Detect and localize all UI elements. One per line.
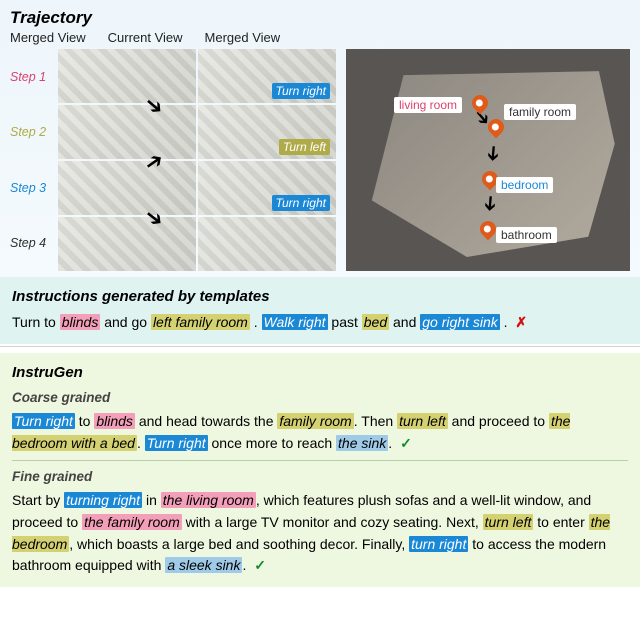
step-1-label: Step 1 bbox=[10, 70, 58, 84]
hl-bed: bed bbox=[362, 314, 389, 330]
text: . bbox=[250, 314, 262, 330]
step-labels: Step 1 Step 2 Step 3 Step 4 bbox=[10, 49, 58, 271]
text: in bbox=[142, 492, 161, 508]
trajectory-grid: Turn right Turn left Turn right bbox=[58, 49, 336, 271]
hl-turning-right: turning right bbox=[64, 492, 142, 508]
hl-turn-right: Turn right bbox=[12, 413, 75, 429]
text: . bbox=[388, 435, 392, 451]
figure-root: Trajectory Merged View Current View Merg… bbox=[0, 0, 640, 587]
trajectory-headers: Merged View Current View Merged View bbox=[10, 30, 630, 45]
hl-turn-left: turn left bbox=[397, 413, 448, 429]
floorplan: living room family room bedroom bathroom… bbox=[346, 49, 630, 271]
text: . Then bbox=[354, 413, 397, 429]
text: with a large TV monitor and cozy seating… bbox=[182, 514, 483, 530]
action-label-3: Turn right bbox=[272, 195, 330, 211]
template-sentence: Turn to blinds and go left family room .… bbox=[12, 312, 628, 334]
text: and proceed to bbox=[448, 413, 549, 429]
trajectory-left: Step 1 Step 2 Step 3 Step 4 Turn right T… bbox=[10, 49, 340, 271]
action-label-1: Turn right bbox=[272, 83, 330, 99]
room-label-family: family room bbox=[504, 104, 576, 120]
header-merged-1: Merged View bbox=[10, 30, 86, 45]
header-current: Current View bbox=[108, 30, 183, 45]
trajectory-panel: Trajectory Merged View Current View Merg… bbox=[0, 0, 640, 277]
text: to enter bbox=[533, 514, 588, 530]
hl-turn-right-fine: turn right bbox=[409, 536, 468, 552]
room-label-bathroom: bathroom bbox=[496, 227, 557, 243]
coarse-sentence: Turn right to blinds and head towards th… bbox=[12, 411, 628, 454]
room-label-living: living room bbox=[394, 97, 462, 113]
hl-turn-right-2: Turn right bbox=[145, 435, 208, 451]
fine-sentence: Start by turning right in the living roo… bbox=[12, 490, 628, 577]
thumb-s2-current: Turn left bbox=[198, 105, 336, 159]
text: once more to reach bbox=[208, 435, 336, 451]
check-icon: ✓ bbox=[400, 435, 412, 451]
text: and go bbox=[100, 314, 151, 330]
trajectory-body: Step 1 Step 2 Step 3 Step 4 Turn right T… bbox=[10, 49, 630, 271]
text: and head towards the bbox=[135, 413, 277, 429]
text: . bbox=[242, 557, 246, 573]
text: past bbox=[328, 314, 362, 330]
hl-living-room: the living room bbox=[161, 492, 256, 508]
thumb-s1-current: Turn right bbox=[198, 49, 336, 103]
hl-the-sink: the sink bbox=[336, 435, 388, 451]
thumb-s4-merged bbox=[58, 217, 196, 271]
text: . bbox=[137, 435, 145, 451]
text: Start by bbox=[12, 492, 64, 508]
thumb-s2-merged bbox=[58, 105, 196, 159]
hl-blinds: blinds bbox=[60, 314, 101, 330]
thumb-s1-merged bbox=[58, 49, 196, 103]
check-icon: ✓ bbox=[254, 557, 266, 573]
fine-title: Fine grained bbox=[12, 467, 628, 488]
thumb-s3-current: Turn right bbox=[198, 161, 336, 215]
step-2-label: Step 2 bbox=[10, 125, 58, 139]
text: . bbox=[500, 314, 508, 330]
step-3-label: Step 3 bbox=[10, 181, 58, 195]
divider bbox=[0, 346, 640, 347]
coarse-title: Coarse grained bbox=[12, 388, 628, 409]
thumb-s4-current bbox=[198, 217, 336, 271]
hl-left-family: left family room bbox=[151, 314, 250, 330]
hl-family-room-fine: the family room bbox=[82, 514, 182, 530]
step-4-label: Step 4 bbox=[10, 236, 58, 250]
room-label-bedroom: bedroom bbox=[496, 177, 553, 193]
divider bbox=[12, 460, 628, 461]
text: , which boasts a large bed and soothing … bbox=[69, 536, 409, 552]
text: and bbox=[389, 314, 420, 330]
hl-go-right-sink: go right sink bbox=[420, 314, 499, 330]
hl-turn-left-fine: turn left bbox=[483, 514, 534, 530]
template-title: Instructions generated by templates bbox=[12, 285, 628, 308]
arrow-icon: ➔ bbox=[480, 144, 506, 163]
header-merged-2: Merged View bbox=[205, 30, 281, 45]
arrow-icon: ➔ bbox=[477, 194, 503, 213]
hl-blinds: blinds bbox=[94, 413, 135, 429]
trajectory-title: Trajectory bbox=[10, 8, 630, 28]
hl-family-room: family room bbox=[277, 413, 353, 429]
action-label-2: Turn left bbox=[279, 139, 330, 155]
instrugen-title: InstruGen bbox=[12, 361, 628, 384]
hl-walk-right: Walk right bbox=[262, 314, 328, 330]
template-panel: Instructions generated by templates Turn… bbox=[0, 277, 640, 344]
instrugen-panel: InstruGen Coarse grained Turn right to b… bbox=[0, 353, 640, 587]
cross-icon: ✗ bbox=[515, 314, 527, 330]
hl-sleek-sink: a sleek sink bbox=[165, 557, 242, 573]
thumb-s3-merged bbox=[58, 161, 196, 215]
text: to bbox=[75, 413, 94, 429]
text: Turn to bbox=[12, 314, 60, 330]
